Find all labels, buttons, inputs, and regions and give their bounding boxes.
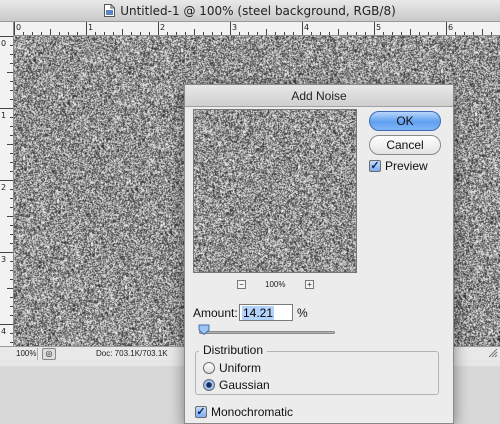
preview-zoom-level: 100% — [265, 280, 286, 289]
ruler-label: 6 — [448, 23, 453, 32]
checkmark-icon: ✓ — [370, 160, 380, 172]
dialog-title: Add Noise — [185, 85, 453, 107]
ruler-label: 4 — [304, 23, 309, 32]
checkmark-icon: ✓ — [196, 406, 206, 418]
uniform-label: Uniform — [219, 361, 262, 375]
document-icon — [104, 4, 116, 17]
ruler-label: 1 — [1, 111, 6, 120]
vertical-ruler[interactable]: 012345 — [0, 22, 14, 346]
ruler-label: 0 — [16, 23, 21, 32]
zoom-out-button[interactable]: − — [237, 280, 246, 289]
distribution-title: Distribution — [199, 343, 268, 357]
document-size: Doc: 703.1K/703.1K — [96, 349, 168, 358]
cancel-button[interactable]: Cancel — [369, 135, 441, 155]
status-menu-icon[interactable]: ◎ — [42, 347, 56, 360]
monochromatic-label: Monochromatic — [211, 405, 294, 419]
ruler-label: 1 — [88, 23, 93, 32]
amount-slider-thumb[interactable] — [198, 324, 210, 335]
gaussian-label: Gaussian — [219, 378, 270, 392]
amount-input[interactable]: 14.21 — [239, 304, 293, 321]
window-title: Untitled-1 @ 100% (steel background, RGB… — [120, 3, 396, 18]
vertical-ruler-ticks: 012345 — [0, 36, 13, 343]
preview-checkbox[interactable]: ✓ — [369, 160, 381, 172]
horizontal-ruler-ticks: 0 1 2 3 4 5 6 — [14, 22, 492, 35]
window-titlebar[interactable]: Untitled-1 @ 100% (steel background, RGB… — [0, 0, 500, 22]
ruler-label: 2 — [160, 23, 165, 32]
ruler-label: 5 — [376, 23, 381, 32]
amount-label: Amount: — [193, 306, 238, 320]
preview-image[interactable] — [193, 109, 357, 273]
ruler-label: 0 — [1, 39, 6, 48]
gaussian-radio[interactable] — [203, 379, 215, 391]
preview-zoom-controls: − 100% + — [237, 280, 317, 292]
amount-unit: % — [297, 306, 308, 320]
amount-slider-track[interactable] — [199, 331, 335, 334]
ruler-label: 3 — [1, 255, 6, 264]
ruler-label: 3 — [232, 23, 237, 32]
preview-noise — [194, 110, 356, 272]
preview-label: Preview — [385, 159, 428, 173]
uniform-radio[interactable] — [203, 362, 215, 374]
ruler-label: 4 — [1, 327, 6, 336]
add-noise-dialog: Add Noise − 100% + OK Cancel ✓ Preview A… — [184, 84, 454, 424]
resize-grip-icon[interactable] — [486, 344, 498, 358]
horizontal-ruler[interactable]: 0 1 2 3 4 5 6 — [14, 22, 500, 36]
amount-value: 14.21 — [242, 306, 275, 320]
zoom-level-field[interactable]: 100% — [0, 347, 38, 360]
monochromatic-checkbox[interactable]: ✓ — [195, 406, 207, 418]
zoom-in-button[interactable]: + — [305, 280, 314, 289]
ruler-label: 2 — [1, 183, 6, 192]
ok-button[interactable]: OK — [369, 111, 441, 131]
